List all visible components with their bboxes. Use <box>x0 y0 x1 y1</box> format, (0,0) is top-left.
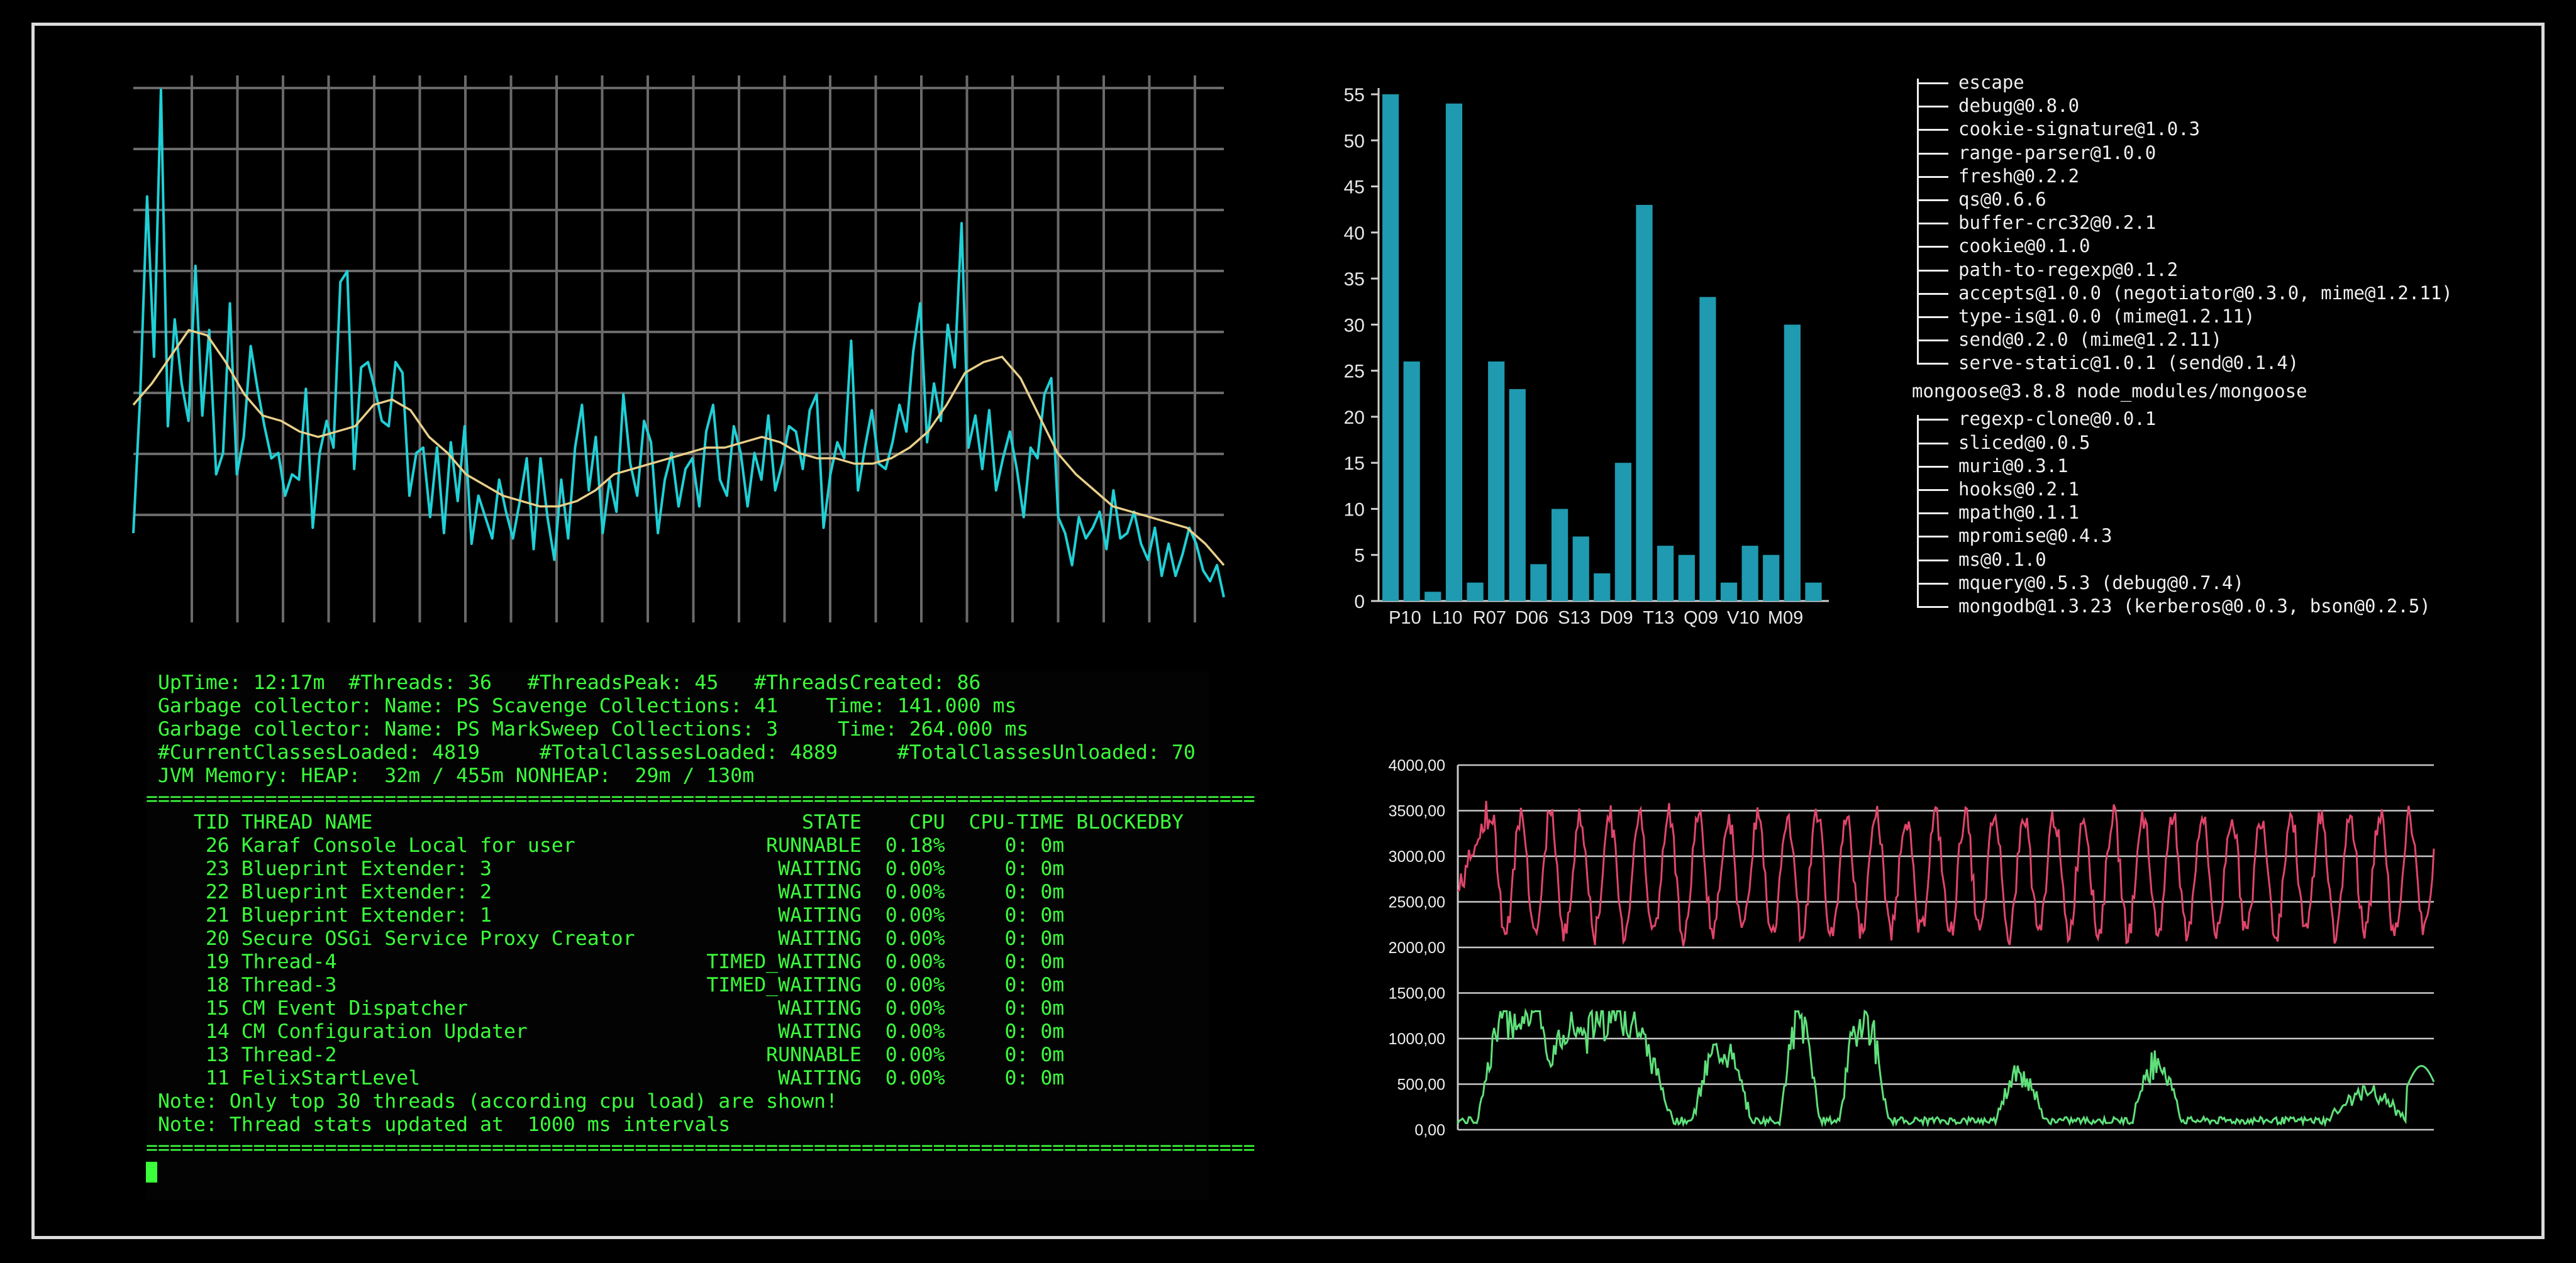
y-tick-label: 2500,00 <box>1389 894 1445 912</box>
chart-background <box>1382 753 2453 1155</box>
y-tick-label: 2000,00 <box>1389 939 1445 957</box>
y-tick-label: 3500,00 <box>1389 803 1445 820</box>
y-tick-label: 0,00 <box>1414 1122 1445 1139</box>
y-tick-label: 4000,00 <box>1389 757 1445 775</box>
y-tick-label: 3000,00 <box>1389 848 1445 866</box>
y-tick-label: 1000,00 <box>1389 1030 1445 1048</box>
y-tick-label: 500,00 <box>1397 1076 1445 1094</box>
memory-dual-chart: 4000,00 3500,00 3000,00 2500,00 2000,00 1500,… <box>1382 753 2453 1155</box>
y-tick-label: 1500,00 <box>1389 985 1445 1003</box>
